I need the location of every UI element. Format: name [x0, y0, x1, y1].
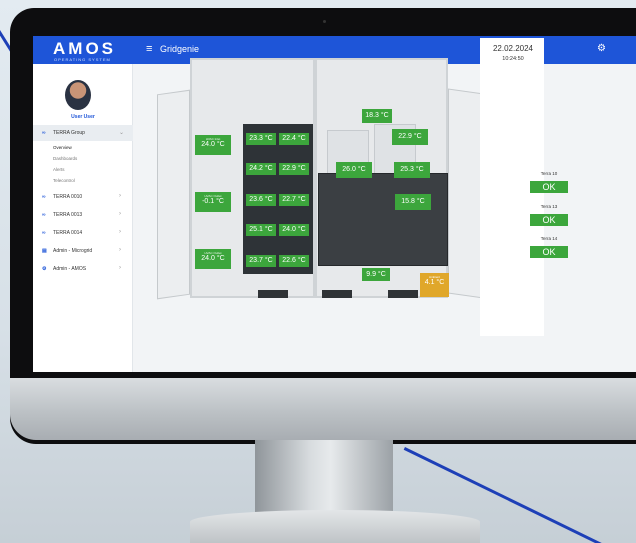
- sensor-mid[interactable]: 15.8 °C: [395, 194, 431, 210]
- sensor-battery[interactable]: 24.2 °C: [246, 163, 276, 175]
- sidebar: User User ∞ TERRA Group ⌄ Overview Dashb…: [33, 64, 133, 372]
- link-icon: ∞: [42, 230, 46, 236]
- status-label-terra-14: Terra 14: [540, 236, 558, 241]
- date-display: 22.02.2024: [492, 44, 534, 53]
- camera-dot: [323, 20, 326, 23]
- sensor-inverter-b[interactable]: 25.3 °C: [394, 162, 430, 178]
- control-panel: [318, 173, 448, 266]
- cabinet-foot: [322, 290, 352, 298]
- sidebar-subitem-alerts[interactable]: Alerts: [53, 167, 65, 172]
- sensor-hvac-inlet[interactable]: HVAC Inlet 24.0 °C: [195, 135, 231, 155]
- sidebar-subitem-dashboards[interactable]: Dashboards: [53, 156, 77, 161]
- sensor-battery[interactable]: 23.6 °C: [246, 194, 276, 206]
- sidebar-item-terra-0010[interactable]: TERRA 0010: [53, 194, 82, 200]
- link-icon: ∞: [42, 194, 46, 200]
- logo: AMOS: [53, 39, 116, 58]
- sidebar-item-terra-0014[interactable]: TERRA 0014: [53, 230, 82, 236]
- sensor-ambient-warning[interactable]: Ambient 4.1 °C: [420, 273, 449, 297]
- cabinet-door-left: [157, 89, 190, 300]
- sensor-battery[interactable]: 23.3 °C: [246, 133, 276, 145]
- sensor-top[interactable]: 18.3 °C: [362, 109, 392, 123]
- time-display: 10:24:50: [502, 56, 524, 62]
- status-badge-terra-13[interactable]: OK: [530, 214, 568, 226]
- building-icon: ▤: [42, 248, 47, 254]
- status-label-terra-13: Terra 13: [540, 204, 558, 209]
- status-badge-terra-10[interactable]: OK: [530, 181, 568, 193]
- sensor-battery[interactable]: 22.9 °C: [279, 163, 309, 175]
- chevron-right-icon[interactable]: ›: [119, 229, 121, 235]
- sidebar-subitem-overview[interactable]: Overview: [53, 145, 72, 150]
- sensor-battery[interactable]: 23.7 °C: [246, 255, 276, 267]
- status-label-terra-10: Terra 10: [540, 171, 558, 176]
- sensor-hvac-outlet-1[interactable]: HVAC Outlet -0.1 °C: [195, 192, 231, 212]
- sidebar-subitem-telecontrol[interactable]: Telecontrol: [53, 178, 75, 183]
- sidebar-item-admin-microgrid[interactable]: Admin - Microgrid: [53, 248, 92, 254]
- gear-icon: ⚙: [42, 266, 47, 272]
- settings-icon[interactable]: ⚙: [597, 43, 606, 54]
- sidebar-group-label[interactable]: TERRA Group: [53, 130, 85, 136]
- sensor-battery[interactable]: 22.4 °C: [279, 133, 309, 145]
- chevron-right-icon[interactable]: ›: [119, 211, 121, 217]
- sensor-hvac-outlet-2[interactable]: HVAC Outlet 24.0 °C: [195, 249, 231, 269]
- user-name[interactable]: User User: [33, 114, 133, 120]
- sidebar-item-admin-amos[interactable]: Admin - AMOS: [53, 266, 86, 272]
- chevron-right-icon[interactable]: ›: [119, 193, 121, 199]
- cabinet-foot: [258, 290, 288, 298]
- sensor-inverter-right[interactable]: 22.9 °C: [392, 129, 428, 145]
- sensor-control[interactable]: 9.9 °C: [362, 268, 390, 281]
- chevron-down-icon[interactable]: ⌄: [119, 129, 124, 136]
- sensor-battery[interactable]: 24.0 °C: [279, 224, 309, 236]
- link-icon: ∞: [42, 130, 46, 136]
- link-icon: ∞: [42, 212, 46, 218]
- status-badge-terra-14[interactable]: OK: [530, 246, 568, 258]
- sensor-battery[interactable]: 22.6 °C: [279, 255, 309, 267]
- monitor-chin: [10, 378, 636, 440]
- monitor-stand: [255, 440, 393, 520]
- logo-subtitle: OPERATING SYSTEM: [54, 57, 111, 62]
- app-title: Gridgenie: [160, 44, 200, 54]
- sidebar-item-terra-0013[interactable]: TERRA 0013: [53, 212, 82, 218]
- cabinet-foot: [388, 290, 418, 298]
- avatar: [65, 80, 91, 110]
- chevron-right-icon[interactable]: ›: [119, 265, 121, 271]
- sensor-inverter-a[interactable]: 26.0 °C: [336, 162, 372, 178]
- monitor-base: [190, 510, 480, 543]
- chevron-right-icon[interactable]: ›: [119, 247, 121, 253]
- sensor-battery[interactable]: 22.7 °C: [279, 194, 309, 206]
- menu-icon[interactable]: ≡: [146, 43, 152, 55]
- sensor-battery[interactable]: 25.1 °C: [246, 224, 276, 236]
